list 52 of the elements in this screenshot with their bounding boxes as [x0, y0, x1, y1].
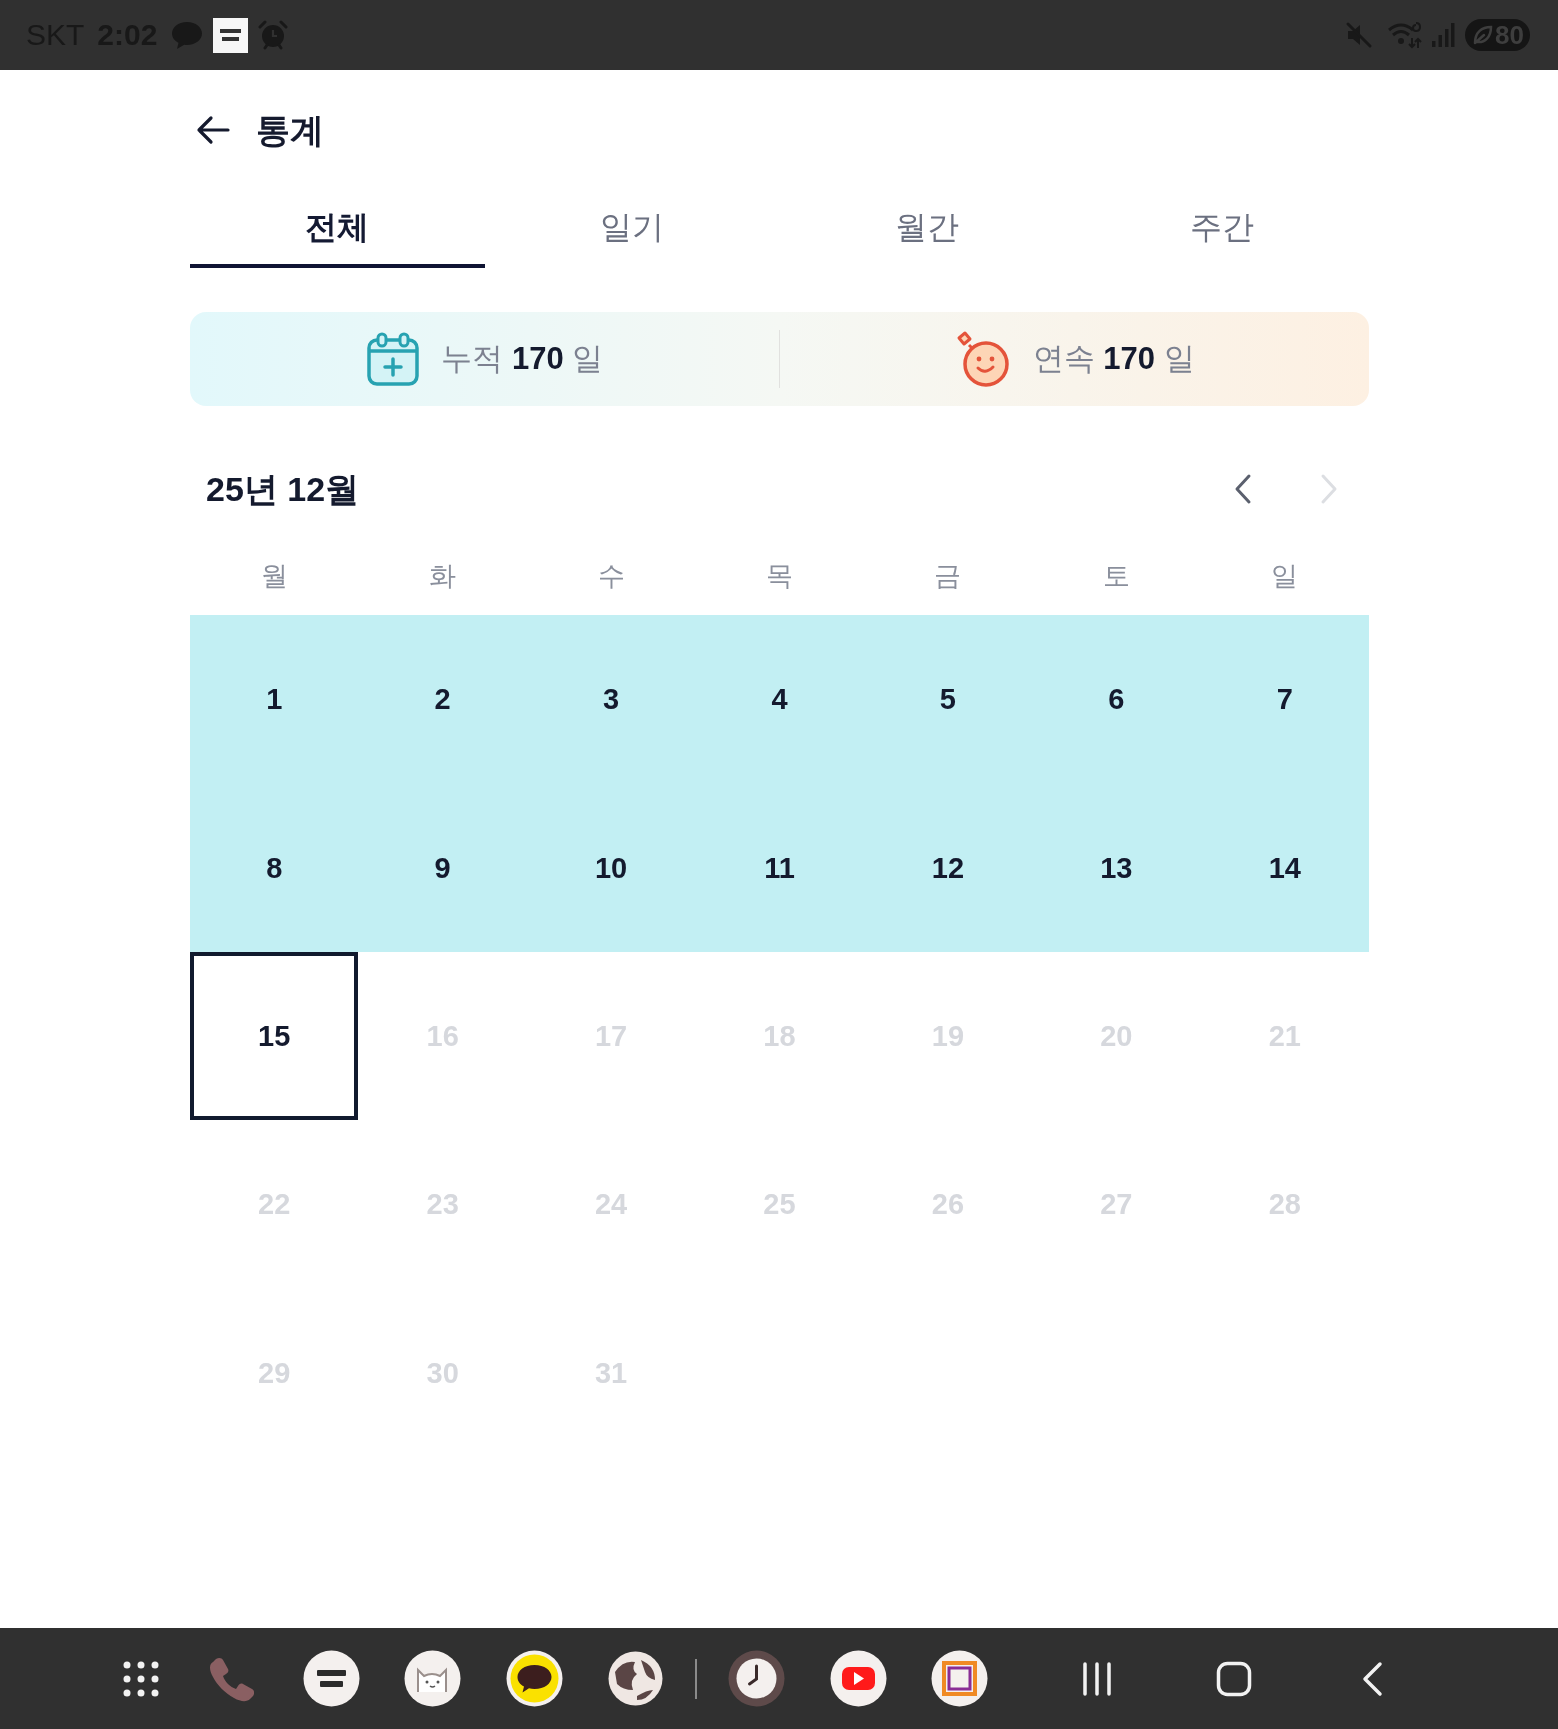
- cat-app-icon[interactable]: [403, 1650, 461, 1707]
- calendar-day[interactable]: 8: [190, 783, 359, 952]
- weekday-label: 일: [1271, 560, 1299, 592]
- chat-bubble-icon: [170, 20, 205, 50]
- calendar-month-title: 25년 12월: [206, 469, 361, 509]
- weekday-label: 토: [1102, 560, 1130, 592]
- calendar-day[interactable]: 13: [1032, 783, 1201, 952]
- leaf-icon: [1473, 25, 1494, 45]
- mute-icon: [1345, 21, 1374, 49]
- alarm-clock-icon: [258, 20, 289, 50]
- tab[interactable]: 주간: [1074, 190, 1369, 268]
- clock-app-icon[interactable]: [727, 1650, 785, 1707]
- weekday-label: 목: [766, 560, 793, 592]
- tab[interactable]: 월간: [779, 190, 1075, 268]
- home-icon[interactable]: [1216, 1660, 1252, 1697]
- back-arrow-icon[interactable]: [196, 115, 230, 145]
- calendar-day[interactable]: 11: [695, 783, 864, 952]
- calendar-day[interactable]: 12: [863, 783, 1033, 952]
- calendar-day[interactable]: 9: [358, 783, 527, 952]
- square-frame-app-icon[interactable]: [930, 1650, 988, 1707]
- back-icon[interactable]: [1361, 1660, 1383, 1697]
- tab[interactable]: 일기: [484, 190, 780, 268]
- calendar-day[interactable]: 6: [1032, 615, 1201, 784]
- page-title: 통계: [256, 110, 324, 150]
- calendar-day[interactable]: 14: [1200, 783, 1369, 952]
- app-icon[interactable]: [302, 1650, 360, 1707]
- weekday-label: 금: [934, 560, 962, 592]
- calendar-plus-icon: [365, 331, 422, 387]
- wifi-icon: [1387, 20, 1424, 50]
- phone-icon[interactable]: [208, 1655, 254, 1702]
- weekday-label: 월: [260, 560, 288, 592]
- calendar-day[interactable]: 4: [695, 615, 864, 784]
- calendar-day[interactable]: 10: [526, 783, 696, 952]
- chevron-left-icon[interactable]: [1233, 473, 1253, 505]
- calendar-day[interactable]: 15: [190, 951, 359, 1121]
- calendar-day[interactable]: 7: [1200, 615, 1369, 784]
- recent-apps-icon[interactable]: [1082, 1661, 1112, 1696]
- calendar-day[interactable]: 2: [358, 615, 527, 784]
- chat-bubble-app-icon[interactable]: [505, 1650, 563, 1707]
- play-button-app-icon[interactable]: [829, 1650, 887, 1707]
- calendar-day[interactable]: 5: [863, 615, 1033, 784]
- signal-icon: [1431, 22, 1456, 48]
- calendar-day[interactable]: 1: [190, 615, 359, 784]
- globe-app-icon[interactable]: [606, 1650, 664, 1707]
- streak-days-stat: 연속 170 일: [1032, 340, 1195, 378]
- app-notification-icon: [213, 17, 249, 53]
- calendar-day[interactable]: 3: [526, 615, 696, 784]
- app-grid-icon[interactable]: [123, 1660, 159, 1697]
- total-days-stat: 누적 170 일: [441, 340, 604, 378]
- weekday-label: 수: [597, 560, 625, 592]
- weekday-label: 화: [429, 560, 457, 592]
- tab[interactable]: 전체: [190, 190, 485, 268]
